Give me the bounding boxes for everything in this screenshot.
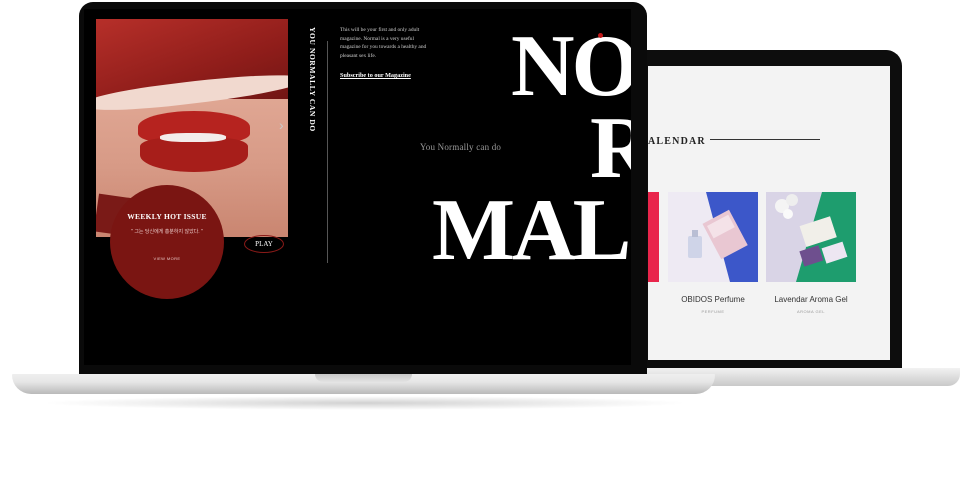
logo-word-line-2: R <box>590 100 631 197</box>
product-image-aroma-gel[interactable] <box>766 192 856 282</box>
perfume-photo <box>668 192 758 282</box>
next-arrow-icon[interactable]: › <box>279 117 284 133</box>
tagline: You Normally can do <box>420 142 502 152</box>
vertical-title: YOU NORMALLY CAN DO <box>308 27 317 132</box>
subscribe-link[interactable]: Subscribe to our Magazine <box>340 72 411 79</box>
logo-word-line-1: NO <box>511 18 631 115</box>
product-image-partial[interactable] <box>648 192 659 282</box>
play-button[interactable]: PLAY <box>244 235 284 253</box>
weekly-hot-issue-badge[interactable]: WEEKLY HOT ISSUE " 그는 당신에게 흥분하지 않았다. " V… <box>110 185 224 299</box>
product-category: PERFUME <box>701 309 725 314</box>
product-category: AROMA GEL <box>796 309 826 314</box>
vertical-divider <box>327 41 328 263</box>
calendar-section-title: ALENDAR <box>648 136 706 147</box>
aroma-gel-photo <box>766 192 856 282</box>
front-laptop-screen: › WEEKLY HOT ISSUE " 그는 당신에게 흥분하지 않았다. "… <box>84 9 631 365</box>
intro-paragraph: This will be your first and only adult m… <box>340 27 427 59</box>
product-image-perfume[interactable] <box>668 192 758 282</box>
weekly-hot-quote: " 그는 당신에게 흥분하지 않았다. " <box>131 229 203 235</box>
laptop-shadow <box>40 396 690 410</box>
product-name[interactable]: Lavendar Aroma Gel <box>766 295 856 304</box>
product-name[interactable]: OBIDOS Perfume <box>668 295 758 304</box>
section-title-rule <box>710 139 820 140</box>
logo-accent-dot <box>598 33 603 38</box>
back-laptop-screen: ALENDAR OBIDOS Perfume PERFUME Lavendar … <box>648 66 890 360</box>
view-more-link[interactable]: VIEW MORE <box>110 256 224 261</box>
weekly-hot-title: WEEKLY HOT ISSUE <box>127 212 207 221</box>
logo-word-line-3: MAL <box>432 182 631 279</box>
laptop-hinge-notch <box>315 374 412 382</box>
